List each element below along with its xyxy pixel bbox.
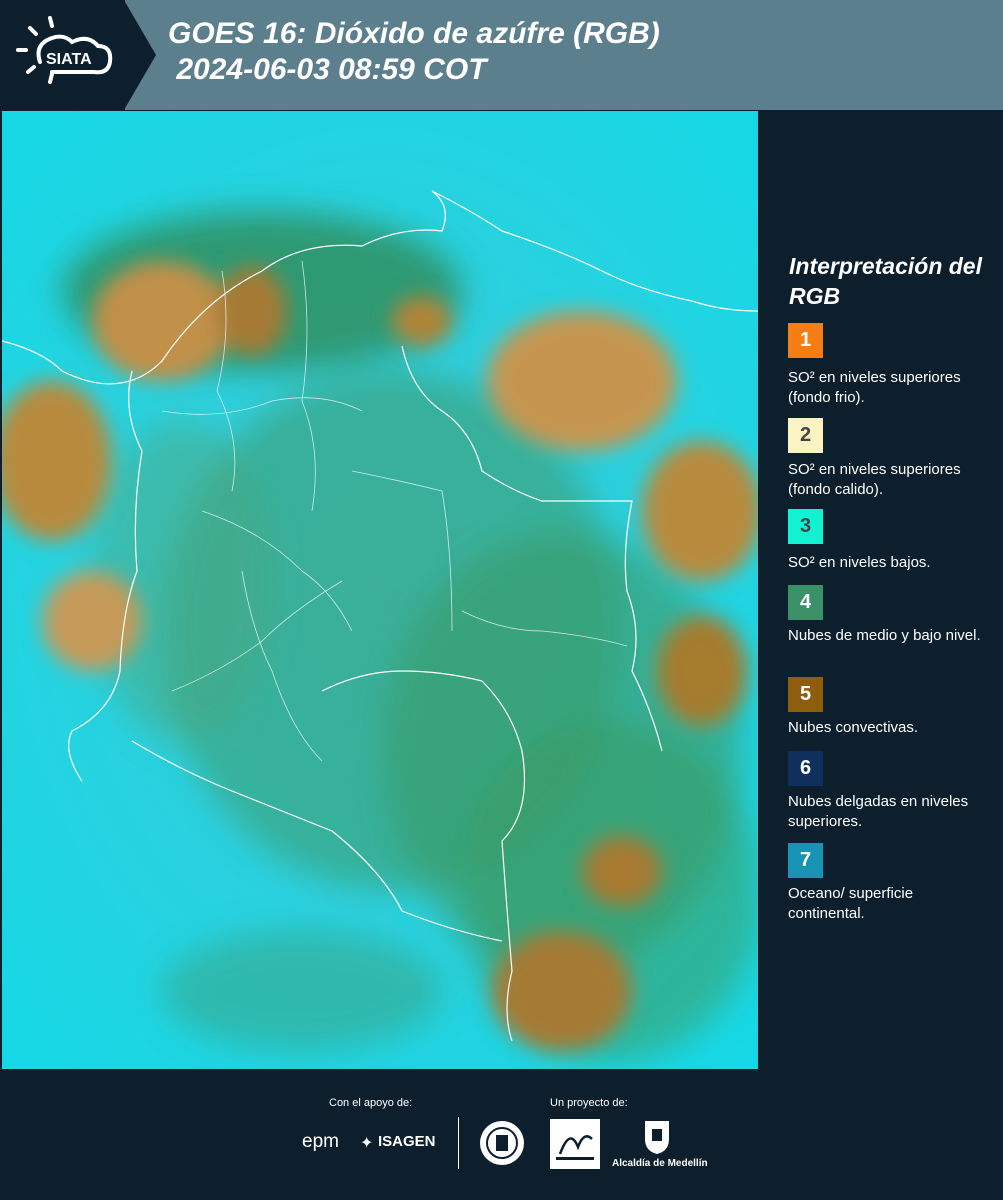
- logo-block: SIATA: [0, 0, 125, 110]
- title-line-1: GOES 16: Dióxido de azúfre (RGB): [168, 17, 660, 50]
- project-label: Un proyecto de:: [550, 1097, 628, 1109]
- isagen-logo-icon: ✦: [360, 1135, 374, 1152]
- logo-text: SIATA: [46, 51, 92, 68]
- header: SIATA GOES 16: Dióxido de azúfre (RGB) 2…: [0, 0, 1003, 110]
- legend-swatch-3: 3: [788, 509, 823, 544]
- legend-swatch-5: 5: [788, 677, 823, 712]
- legend-label-6: Nubes delgadas en niveles superiores.: [788, 793, 969, 830]
- legend-swatch-1: 1: [788, 323, 823, 358]
- legend-label-3: SO² en niveles bajos.: [788, 554, 931, 571]
- alcaldia-label: Alcaldía de Medellín: [612, 1158, 708, 1169]
- legend-label-1: SO² en niveles superiores (fondo frio).: [788, 369, 961, 406]
- alcaldia-shield-icon: [645, 1121, 669, 1154]
- footer: Con el apoyo de: Un proyecto de: epm ✦ I…: [0, 1069, 1003, 1200]
- epm-logo: epm: [302, 1131, 339, 1152]
- title-line-2: 2024-06-03 08:59 COT: [168, 53, 487, 86]
- legend-label-7: Oceano/ superficie continental.: [788, 885, 914, 922]
- legend-label-4: Nubes de medio y bajo nivel.: [788, 627, 981, 644]
- isagen-logo: ISAGEN: [378, 1133, 436, 1150]
- medellin-seal-icon: [480, 1121, 524, 1165]
- legend-swatch-2: 2: [788, 418, 823, 453]
- legend-label-2: SO² en niveles superiores (fondo calido)…: [788, 461, 961, 498]
- map-image: [2, 111, 758, 1069]
- support-label: Con el apoyo de:: [329, 1097, 413, 1109]
- footer-divider: [458, 1117, 459, 1169]
- legend-title: Interpretación del RGB: [789, 253, 982, 309]
- logo-chevron: [124, 0, 156, 110]
- siata-logo-icon: SIATA: [16, 16, 113, 84]
- legend-number: 2: [799, 424, 812, 446]
- legend-swatch-7: 7: [788, 843, 823, 878]
- legend-sidebar: Interpretación del RGB 1 SO² en niveles …: [760, 111, 1003, 1069]
- area-metropolitana-logo-icon: [550, 1119, 600, 1169]
- page-title: GOES 16: Dióxido de azúfre (RGB) 2024-06…: [168, 16, 660, 88]
- legend-number: 4: [799, 591, 812, 613]
- satellite-map: [2, 111, 758, 1069]
- legend-number: 5: [799, 683, 812, 705]
- legend-number: 1: [799, 329, 812, 351]
- legend-number: 3: [799, 515, 812, 537]
- legend-swatch-4: 4: [788, 585, 823, 620]
- legend-number: 6: [799, 757, 812, 779]
- legend-label-5: Nubes convectivas.: [788, 719, 919, 736]
- legend-number: 7: [799, 849, 812, 871]
- legend-swatch-6: 6: [788, 751, 823, 786]
